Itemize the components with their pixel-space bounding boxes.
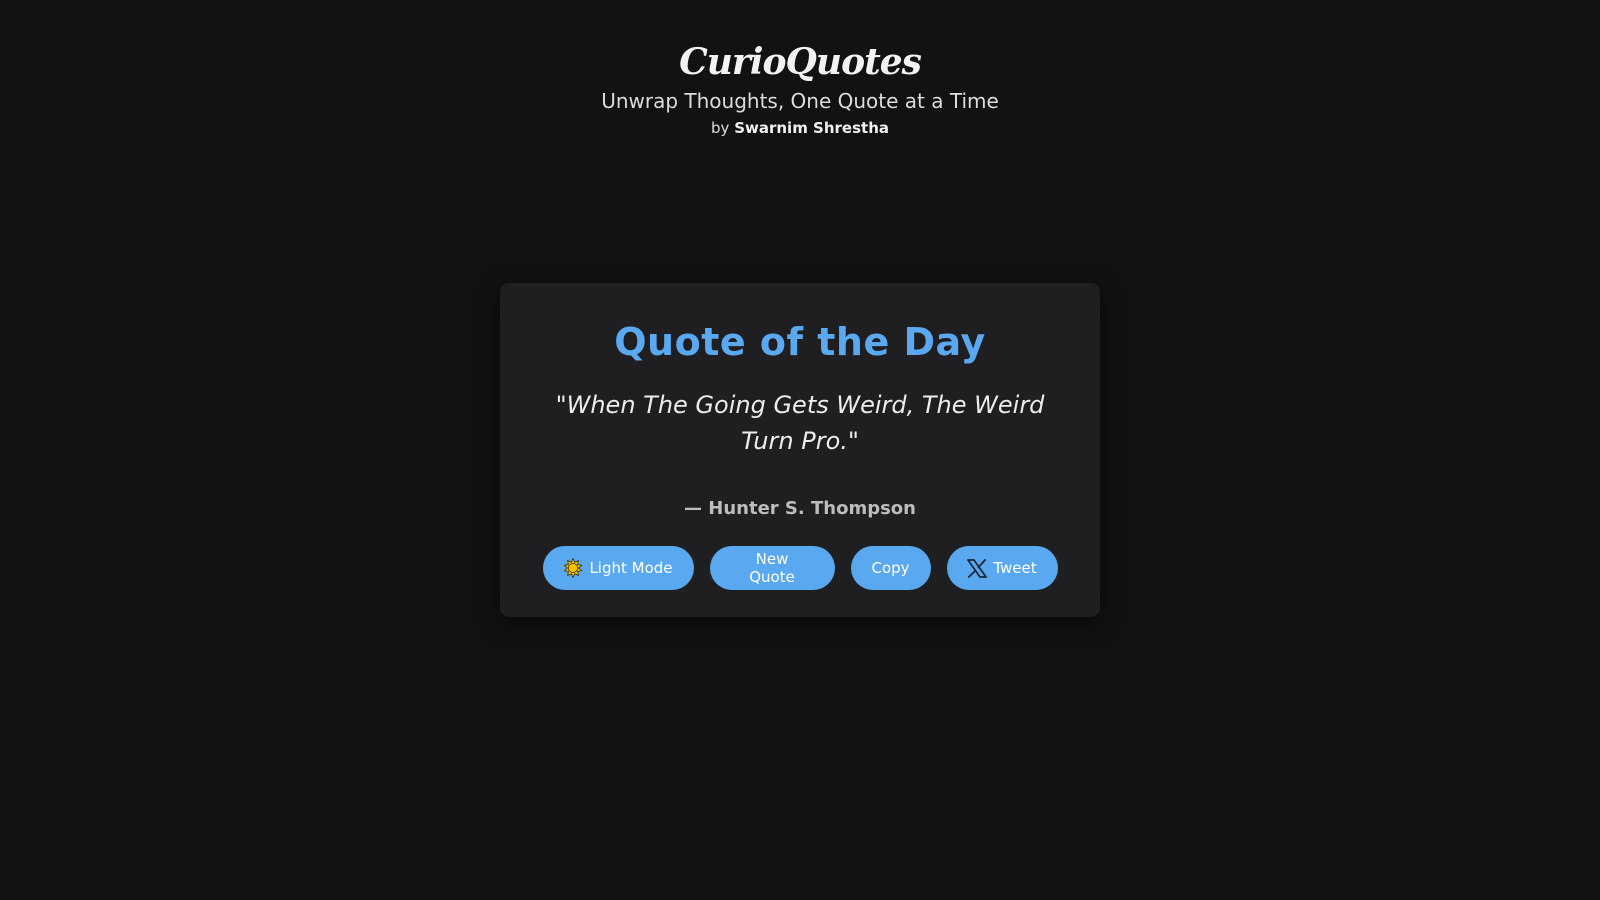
light-mode-label: Light Mode (589, 559, 673, 577)
quote-text: "When The Going Gets Weird, The Weird Tu… (555, 391, 1045, 455)
x-logo-icon (967, 558, 988, 578)
new-quote-button[interactable]: New Quote (709, 546, 835, 590)
action-buttons: Light Mode New Quote Copy Tweet (500, 546, 1100, 590)
site-header: CurioQuotes Unwrap Thoughts, One Quote a… (0, 40, 1600, 138)
tweet-button[interactable]: Tweet (946, 546, 1058, 590)
card-title: Quote of the Day (614, 320, 986, 364)
tagline: Unwrap Thoughts, One Quote at a Time (601, 89, 999, 113)
new-quote-label: New Quote (749, 550, 795, 586)
quote-author: — Hunter S. Thompson (684, 498, 916, 519)
site-author-name: Swarnim Shrestha (734, 119, 889, 137)
quote-card: Quote of the Day "When The Going Gets We… (500, 283, 1100, 617)
byline: by Swarnim Shrestha (0, 118, 1600, 138)
copy-label: Copy (871, 559, 910, 577)
tweet-label: Tweet (993, 559, 1037, 577)
copy-button[interactable]: Copy (850, 546, 931, 590)
sun-icon (563, 558, 583, 578)
page: CurioQuotes Unwrap Thoughts, One Quote a… (0, 0, 1600, 900)
byline-prefix: by (711, 119, 730, 137)
brand-logo: CurioQuotes (679, 41, 922, 83)
light-mode-button[interactable]: Light Mode (542, 546, 694, 590)
